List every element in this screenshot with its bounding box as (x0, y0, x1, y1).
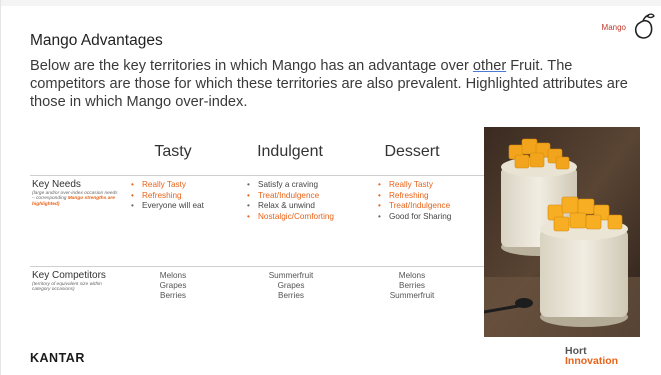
list-item: Summerfruit (389, 291, 435, 301)
list-item: Grapes (277, 281, 305, 291)
list-item: • Treat/Indulgence (378, 201, 451, 210)
key-needs-sublabel: (large and/or over-index occasion needs … (32, 191, 120, 207)
dessert-needs-list: • Really Tasty • Refreshing • Treat/Indulge… (378, 180, 451, 222)
list-item: Grapes (159, 281, 187, 291)
key-competitors-label-block: Key Competitors (territory of equivalent… (32, 270, 120, 293)
indulgent-needs-list: • Satisfy a craving • Treat/Indulgence • Re… (247, 180, 334, 222)
mango-outline-icon (634, 13, 655, 39)
list-item: Melons (159, 271, 187, 280)
key-competitors-label: Key Competitors (32, 270, 106, 281)
intro-underlined-word: other (472, 58, 507, 74)
indulgent-competitors: Summerfruit Grapes Berries (241, 271, 341, 302)
column-heading-indulgent: Indulgent (257, 143, 323, 160)
list-item: • Refreshing (378, 190, 429, 200)
brand-tag: Mango (601, 23, 626, 32)
tasty-needs-list: • Really Tasty • Refreshing • Everyone will… (131, 180, 204, 212)
hort-logo-line2: Innovation (565, 355, 619, 367)
mango-chia-pudding-photo (484, 127, 640, 337)
kantar-logo: KANTAR (30, 351, 85, 365)
key-needs-label: Key Needs (32, 179, 81, 190)
tasty-competitors: Melons Grapes Berries (123, 271, 223, 302)
list-item: • Really Tasty (131, 180, 186, 189)
list-item: • Good for Sharing (378, 211, 452, 221)
list-item: • Relax & unwind (247, 201, 315, 210)
intro-text: Below are the key territories in which M… (30, 57, 645, 111)
list-item: • Really Tasty (378, 180, 433, 189)
list-item: • Everyone will eat (131, 201, 204, 210)
list-item: Berries (160, 291, 186, 301)
divider-top (30, 175, 496, 176)
list-item: • Refreshing (131, 190, 182, 200)
slide: Mango Mango Advantages Below are the key… (0, 0, 661, 375)
list-item: • Treat/Indulgence (247, 190, 320, 200)
column-heading-dessert: Dessert (384, 143, 440, 160)
list-item: • Satisfy a craving (247, 180, 319, 189)
list-item: Berries (278, 291, 304, 301)
column-heading-tasty: Tasty (154, 143, 192, 160)
divider-middle (30, 266, 496, 267)
page-title: Mango Advantages (30, 32, 163, 49)
key-needs-label-block: Key Needs (large and/or over-index occas… (32, 179, 120, 207)
key-competitors-sublabel: (territory of equivalent size within cat… (32, 282, 102, 293)
list-item: Berries (399, 281, 425, 291)
intro-part-1: Below are the key territories in which M… (30, 58, 473, 74)
top-bar (1, 0, 661, 6)
list-item: Melons (398, 271, 426, 280)
list-item: Summerfruit (268, 271, 314, 280)
dessert-competitors: Melons Berries Summerfruit (362, 271, 462, 302)
list-item: • Nostalgic/Comforting (247, 211, 334, 221)
hort-innovation-logo: Hort Innovation (565, 346, 619, 367)
